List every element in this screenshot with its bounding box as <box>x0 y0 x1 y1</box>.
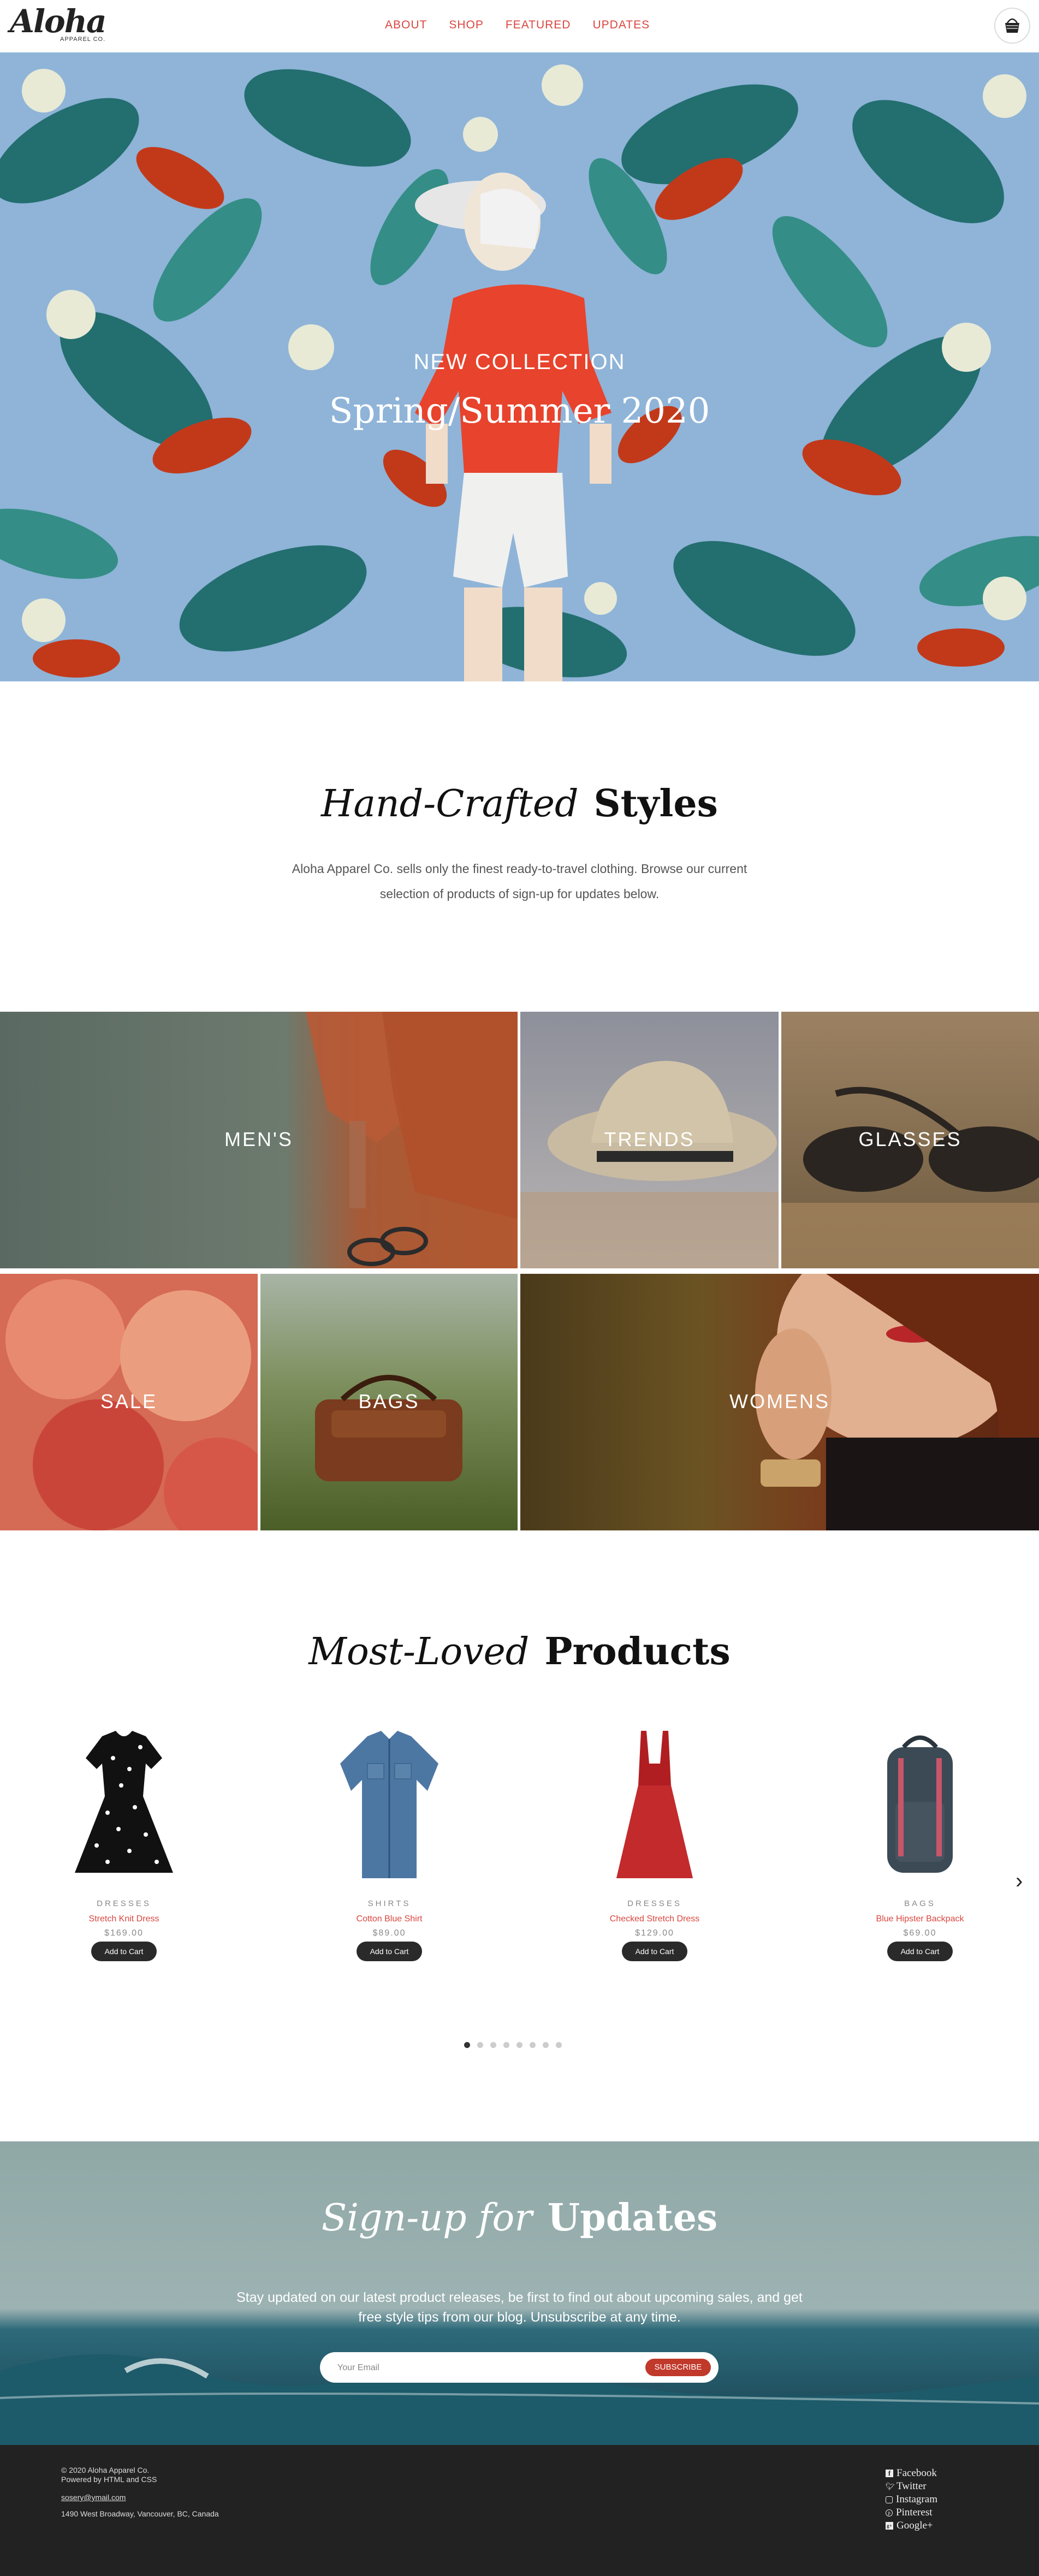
product-name[interactable]: Stretch Knit Dress <box>42 1914 206 1924</box>
intro-heading-italic: Hand-Crafted <box>321 782 579 826</box>
intro-heading-bold: Styles <box>593 782 718 826</box>
footer-email-link[interactable]: sosery@ymail.com <box>61 2493 126 2502</box>
carousel-dot[interactable] <box>556 2042 562 2048</box>
product-price: $69.00 <box>903 1928 937 1938</box>
carousel-dot[interactable] <box>490 2042 496 2048</box>
carousel-dots <box>464 2042 562 2048</box>
product-card: DRESSES Checked Stretch Dress $129.00 Ad… <box>573 1725 737 1966</box>
add-to-cart-button[interactable]: Add to Cart <box>622 1942 687 1961</box>
category-label-sale: SALE <box>100 1390 158 1412</box>
nav-updates[interactable]: UPDATES <box>592 19 650 35</box>
product-category: BAGS <box>904 1899 936 1908</box>
product-price: $129.00 <box>635 1928 674 1938</box>
nav-shop[interactable]: SHOP <box>449 19 484 35</box>
social-label: Pinterest <box>896 2507 933 2518</box>
nav-featured[interactable]: FEATURED <box>506 19 571 35</box>
category-glasses[interactable]: GLASSES <box>781 1012 1039 1268</box>
social-link-pinterest[interactable]: p Pinterest <box>886 2506 937 2519</box>
site-footer: © 2020 Aloha Apparel Co. Powered by HTML… <box>0 2445 1039 2576</box>
subscribe-button[interactable]: SUBSCRIBE <box>645 2359 711 2376</box>
signup-form: SUBSCRIBE <box>320 2352 719 2383</box>
add-to-cart-button[interactable]: Add to Cart <box>887 1942 953 1961</box>
product-price: $89.00 <box>372 1928 406 1938</box>
logo[interactable]: Aloha APPAREL CO. <box>10 5 108 45</box>
product-image-dress[interactable] <box>69 1725 179 1889</box>
category-label-mens: MEN'S <box>224 1128 293 1150</box>
footer-powered: Powered by HTML and CSS <box>61 2475 157 2484</box>
product-card: DRESSES Stretch Knit Dress $169.00 Add t… <box>42 1725 206 1966</box>
signup-text: Stay updated on our latest product relea… <box>236 2290 803 2325</box>
signup-heading-bold: Updates <box>547 2196 718 2240</box>
instagram-icon <box>886 2496 893 2503</box>
product-category: SHIRTS <box>367 1899 411 1908</box>
product-name[interactable]: Blue Hipster Backpack <box>838 1914 1002 1924</box>
email-field[interactable] <box>336 2358 622 2378</box>
hero-subtitle: NEW COLLECTION <box>413 350 626 374</box>
category-label-bags: BAGS <box>358 1390 420 1412</box>
category-sale[interactable]: SALE <box>0 1274 258 1530</box>
footer-info: © 2020 Aloha Apparel Co. Powered by HTML… <box>61 2466 157 2484</box>
product-category: DRESSES <box>627 1899 682 1908</box>
category-trends[interactable]: TRENDS <box>520 1012 779 1268</box>
product-card: SHIRTS Cotton Blue Shirt $89.00 Add to C… <box>307 1725 471 1966</box>
social-links: f Facebook 🐦︎ Twitter Instagram p Pinter… <box>886 2467 937 2532</box>
carousel-dot[interactable] <box>516 2042 523 2048</box>
product-card: BAGS Blue Hipster Backpack $69.00 Add to… <box>838 1725 1002 1966</box>
carousel-dot[interactable] <box>477 2042 483 2048</box>
product-image-red-dress[interactable] <box>600 1725 709 1889</box>
category-label-trends: TRENDS <box>604 1128 695 1150</box>
add-to-cart-button[interactable]: Add to Cart <box>357 1942 422 1961</box>
footer-copyright: © 2020 Aloha Apparel Co. <box>61 2466 150 2474</box>
social-label: Twitter <box>896 2480 927 2492</box>
footer-address: 1490 West Broadway, Vancouver, BC, Canad… <box>61 2509 219 2518</box>
category-label-womens: WOMENS <box>729 1390 830 1412</box>
product-category: DRESSES <box>97 1899 151 1908</box>
product-name[interactable]: Cotton Blue Shirt <box>307 1914 471 1924</box>
signup-heading: Sign-up for Updates <box>0 2196 1039 2240</box>
google-plus-icon: g+ <box>886 2522 893 2530</box>
cart-button[interactable] <box>994 8 1030 44</box>
products-heading: Most-Loved Products <box>0 1630 1039 1673</box>
signup-heading-italic: Sign-up for <box>321 2197 532 2240</box>
main-nav: ABOUT SHOP FEATURED UPDATES <box>385 19 672 35</box>
carousel-dot[interactable] <box>503 2042 509 2048</box>
carousel-dot[interactable] <box>530 2042 536 2048</box>
products-heading-italic: Most-Loved <box>308 1630 530 1673</box>
carousel-next-icon[interactable]: › <box>1016 1870 1032 1892</box>
product-price: $169.00 <box>104 1928 144 1938</box>
intro-text: Aloha Apparel Co. sells only the finest … <box>292 862 747 901</box>
carousel-dot[interactable] <box>464 2042 470 2048</box>
social-link-google-plus[interactable]: g+ Google+ <box>886 2519 937 2532</box>
social-link-facebook[interactable]: f Facebook <box>886 2467 937 2480</box>
basket-icon <box>1005 18 1019 33</box>
logo-subtitle: APPAREL CO. <box>60 36 106 43</box>
category-label-glasses: GLASSES <box>858 1128 962 1150</box>
product-image-shirt[interactable] <box>335 1725 444 1889</box>
products-heading-bold: Products <box>544 1630 731 1673</box>
product-name[interactable]: Checked Stretch Dress <box>573 1914 737 1924</box>
twitter-icon: 🐦︎ <box>886 2482 895 2490</box>
intro-heading: Hand-Crafted Styles <box>0 782 1039 826</box>
hero-title: Spring/Summer 2020 <box>329 391 710 431</box>
category-mens[interactable]: MEN'S <box>0 1012 518 1268</box>
social-label: Facebook <box>896 2467 937 2479</box>
add-to-cart-button[interactable]: Add to Cart <box>91 1942 157 1961</box>
product-image-backpack[interactable] <box>865 1725 975 1889</box>
social-label: Instagram <box>896 2494 937 2505</box>
hero-banner: NEW COLLECTION Spring/Summer 2020 <box>0 52 1039 681</box>
social-link-instagram[interactable]: Instagram <box>886 2493 937 2506</box>
nav-about[interactable]: ABOUT <box>385 19 427 35</box>
site-header: Aloha APPAREL CO. ABOUT SHOP FEATURED UP… <box>0 0 1039 53</box>
carousel-dot[interactable] <box>543 2042 549 2048</box>
facebook-icon: f <box>886 2470 893 2477</box>
logo-text: Aloha <box>10 3 106 40</box>
signup-section: Sign-up for Updates Stay updated on our l… <box>0 2141 1039 2445</box>
category-bags[interactable]: BAGS <box>260 1274 518 1530</box>
social-label: Google+ <box>896 2520 933 2531</box>
category-womens[interactable]: WOMENS <box>520 1274 1039 1530</box>
pinterest-icon: p <box>886 2509 893 2516</box>
social-link-twitter[interactable]: 🐦︎ Twitter <box>886 2480 937 2493</box>
